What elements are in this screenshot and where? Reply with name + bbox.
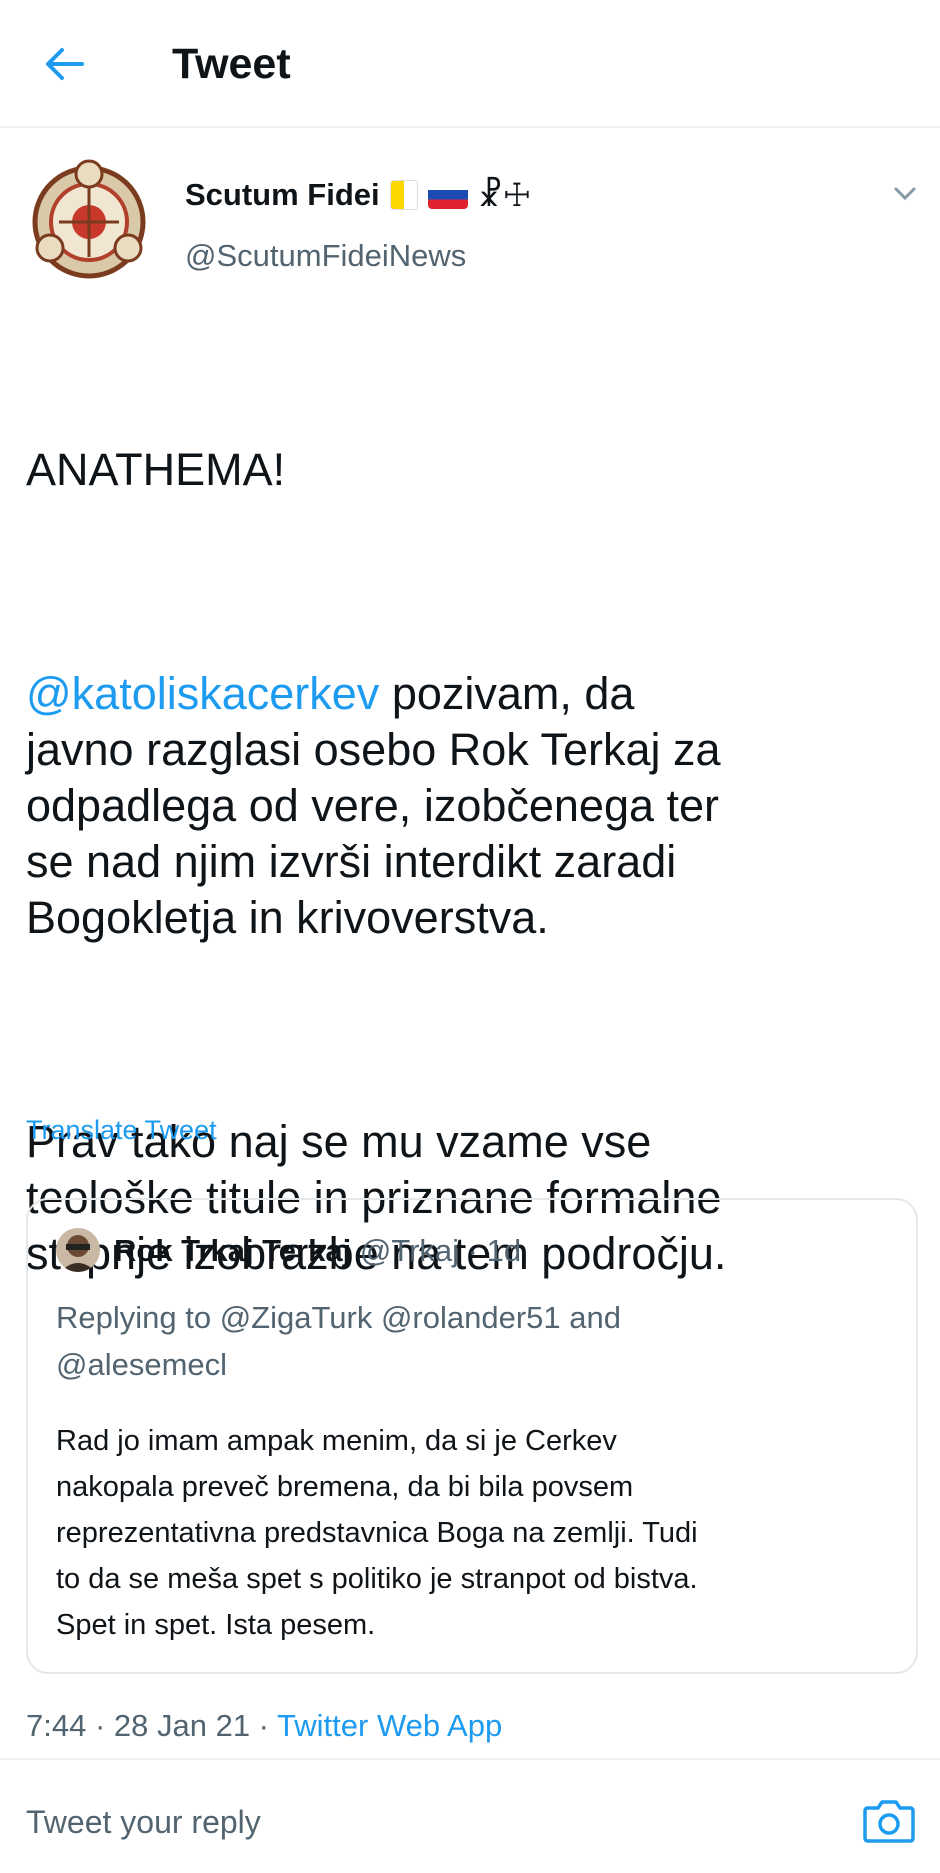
camera-icon — [863, 1800, 915, 1843]
chi-rho-cross-icon: ☧☩ — [477, 177, 532, 213]
tweet-paragraph: ANATHEMA! — [26, 444, 286, 495]
timestamp: 7:44 · 28 Jan 21 · — [26, 1708, 278, 1743]
reply-bar: Tweet your reply — [0, 1758, 940, 1873]
quoted-tweet[interactable]: Rok Trkaj Terkaj @Trkaj · 1d Replying to… — [26, 1198, 918, 1674]
quoted-author-name: Rok Trkaj Terkaj — [114, 1233, 352, 1268]
camera-button[interactable] — [862, 1796, 916, 1844]
slovenia-flag-icon — [427, 181, 468, 209]
vatican-flag-icon — [389, 180, 418, 210]
replying-to: Replying to @ZigaTurk @rolander51 and @a… — [56, 1300, 621, 1382]
quoted-header: Rok Trkaj Terkaj @Trkaj · 1d — [114, 1233, 521, 1269]
arrow-left-icon — [46, 48, 84, 80]
reply-input[interactable]: Tweet your reply — [26, 1804, 261, 1841]
mention-link[interactable]: @katoliskacerkev — [26, 668, 379, 719]
quoted-body: Rad jo imam ampak menim, da si je Cerkev… — [56, 1425, 698, 1641]
author-name-text: Scutum Fidei — [185, 177, 380, 212]
user-photo-icon — [56, 1228, 100, 1272]
tweet-paragraph: @katoliskacerkev pozivam, da javno razgl… — [26, 666, 916, 946]
quoted-avatar — [56, 1228, 100, 1272]
translate-tweet-link[interactable]: Translate Tweet — [26, 1115, 217, 1146]
more-options-button[interactable] — [890, 178, 920, 208]
quoted-handle-time: @Trkaj · 1d — [359, 1233, 522, 1268]
chevron-down-icon — [894, 187, 916, 201]
avatar[interactable] — [26, 156, 152, 282]
tweet-author: Scutum Fidei ☧☩ @ScutumFideiNews — [0, 128, 940, 298]
back-button[interactable] — [34, 38, 94, 90]
source-link[interactable]: Twitter Web App — [277, 1708, 502, 1743]
emblem-icon — [32, 159, 146, 279]
top-bar: Tweet — [0, 0, 940, 128]
tweet-meta: 7:44 · 28 Jan 21 · Twitter Web App — [26, 1708, 502, 1744]
page-title: Tweet — [172, 40, 291, 88]
author-handle[interactable]: @ScutumFideiNews — [185, 238, 466, 274]
author-name[interactable]: Scutum Fidei ☧☩ — [185, 176, 531, 214]
